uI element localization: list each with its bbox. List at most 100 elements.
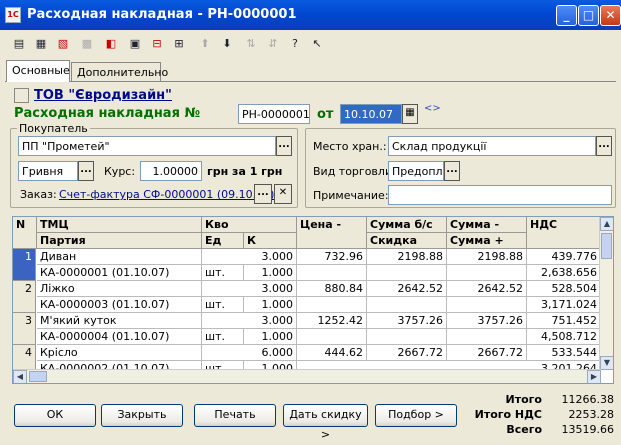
calendar-icon[interactable]: ▦ [402, 104, 418, 124]
move-down-icon[interactable]: ⬇ [218, 35, 236, 53]
cell-sum-plus[interactable]: 3,171.024 [527, 297, 601, 313]
cell-goods[interactable]: Диван [37, 249, 202, 265]
storage-field[interactable]: Склад продукції [388, 136, 596, 156]
col-header-batch[interactable]: Партия [37, 233, 202, 249]
col-header-unit[interactable]: Ед [202, 233, 244, 249]
scroll-down-icon[interactable]: ▼ [600, 356, 613, 370]
cell-vat[interactable]: 533.544 [527, 345, 601, 361]
sort-desc-icon[interactable]: ⇵ [264, 35, 282, 53]
cell-discount[interactable] [367, 265, 447, 281]
currency-select-button[interactable]: ... [78, 161, 94, 181]
help-icon[interactable]: ? [286, 35, 304, 53]
cell-qty[interactable]: 3.000 [202, 281, 297, 297]
cell-vat[interactable]: 439.776 [527, 249, 601, 265]
col-header-goods[interactable]: ТМЦ [37, 217, 202, 233]
col-header-sum[interactable]: Сумма - [447, 217, 527, 233]
hscroll-thumb[interactable] [29, 371, 47, 382]
cell-qty[interactable]: 6.000 [202, 345, 297, 361]
col-header-discount[interactable]: Скидка [367, 233, 447, 249]
organization-link[interactable]: ТОВ "Євродизайн" [34, 88, 172, 103]
col-header-n[interactable]: N [13, 217, 37, 249]
table-vertical-scrollbar[interactable]: ▲ ▼ [599, 217, 613, 370]
org-checkbox[interactable] [14, 88, 29, 103]
col-header-price[interactable]: Цена - [297, 217, 367, 249]
col-header-vat[interactable]: НДС [527, 217, 601, 249]
cell-empty[interactable] [447, 265, 527, 281]
cell-price[interactable]: 1252.42 [297, 313, 367, 329]
trade-select-button[interactable]: ... [444, 161, 460, 181]
cell-discount[interactable] [367, 329, 447, 345]
cell-empty[interactable] [297, 329, 367, 345]
close-button[interactable]: Закрыть [101, 404, 183, 427]
tab-main[interactable]: Основные [6, 60, 70, 82]
tab-extra[interactable]: Дополнительно [71, 62, 168, 81]
cell-batch[interactable]: КА-0000001 (01.10.07) [37, 265, 202, 281]
order-select-button[interactable]: ... [254, 184, 272, 204]
cell-price[interactable]: 732.96 [297, 249, 367, 265]
scroll-thumb[interactable] [601, 233, 612, 259]
print-button[interactable]: Печать [194, 404, 276, 427]
delete-row-icon[interactable]: ▧ [54, 35, 72, 53]
scroll-right-icon[interactable]: ▶ [587, 370, 601, 383]
copy-row-icon[interactable]: ▦ [32, 35, 50, 53]
storage-select-button[interactable]: ... [596, 136, 612, 156]
cell-sum-plus[interactable]: 4,508.712 [527, 329, 601, 345]
cell-qty[interactable]: 3.000 [202, 313, 297, 329]
cell-goods[interactable]: Крісло [37, 345, 202, 361]
maximize-button[interactable]: □ [578, 5, 599, 26]
buyer-field[interactable]: ПП "Прометей" [18, 136, 276, 156]
buyer-select-button[interactable]: ... [276, 136, 292, 156]
minimize-button[interactable]: _ [556, 5, 577, 26]
note-field[interactable] [388, 185, 612, 205]
col-header-sum-plus[interactable]: Сумма + [447, 233, 527, 249]
cell-unit[interactable]: шт. [202, 329, 244, 345]
cell-vat[interactable]: 528.504 [527, 281, 601, 297]
cell-qty[interactable]: 3.000 [202, 249, 297, 265]
cell-unit[interactable]: шт. [202, 297, 244, 313]
cell-vat[interactable]: 751.452 [527, 313, 601, 329]
order-link[interactable]: Счет-фактура СФ-0000001 (09.10.07) [59, 188, 274, 201]
delete-doc-icon[interactable]: ◧ [102, 35, 120, 53]
table-horizontal-scrollbar[interactable]: ◀ ▶ [13, 369, 601, 383]
scroll-up-icon[interactable]: ▲ [600, 217, 613, 231]
cell-unit[interactable]: шт. [202, 265, 244, 281]
row-number[interactable]: 2 [13, 281, 36, 313]
cell-goods[interactable]: М'який куток [37, 313, 202, 329]
cell-sum-wo[interactable]: 2667.72 [367, 345, 447, 361]
cell-batch[interactable]: КА-0000004 (01.10.07) [37, 329, 202, 345]
cell-price[interactable]: 444.62 [297, 345, 367, 361]
cell-empty[interactable] [297, 297, 367, 313]
tree-icon[interactable]: ⊞ [170, 35, 188, 53]
select-button[interactable]: Подбор > [375, 404, 457, 427]
cell-goods[interactable]: Ліжко [37, 281, 202, 297]
cell-sum-wo[interactable]: 2642.52 [367, 281, 447, 297]
doc-date-field[interactable]: 10.10.07 [340, 104, 402, 124]
cell-sum[interactable]: 3757.26 [447, 313, 527, 329]
cell-sum[interactable]: 2667.72 [447, 345, 527, 361]
cell-discount[interactable] [367, 297, 447, 313]
rate-field[interactable]: 1.00000 [140, 161, 202, 181]
cell-k[interactable]: 1.000 [244, 265, 297, 281]
doc-number-field[interactable]: РН-0000001 [238, 104, 310, 124]
date-nav-icon[interactable]: <> [424, 103, 441, 114]
ok-button[interactable]: ОК [14, 404, 96, 427]
new-row-icon[interactable]: ▤ [10, 35, 28, 53]
order-clear-icon[interactable]: ✕ [274, 184, 292, 204]
goods-table[interactable]: N ТМЦ Партия Кво Ед К Цена - Сумма б/с С… [12, 216, 614, 384]
row-number[interactable]: 3 [13, 313, 36, 345]
save-icon[interactable]: ▩ [78, 35, 96, 53]
cell-k[interactable]: 1.000 [244, 297, 297, 313]
cell-sum[interactable]: 2642.52 [447, 281, 527, 297]
col-header-k[interactable]: К [244, 233, 297, 249]
cell-sum-wo[interactable]: 3757.26 [367, 313, 447, 329]
cell-sum[interactable]: 2198.88 [447, 249, 527, 265]
edit-icon[interactable]: ▣ [126, 35, 144, 53]
indent-icon[interactable]: ⊟ [148, 35, 166, 53]
move-up-icon[interactable]: ⬆ [196, 35, 214, 53]
pointer-help-icon[interactable]: ↖ [308, 35, 326, 53]
cell-k[interactable]: 1.000 [244, 329, 297, 345]
give-discount-button[interactable]: Дать скидку > [283, 404, 368, 441]
col-header-sum-wo[interactable]: Сумма б/с [367, 217, 447, 233]
cell-empty[interactable] [447, 297, 527, 313]
cell-sum-wo[interactable]: 2198.88 [367, 249, 447, 265]
